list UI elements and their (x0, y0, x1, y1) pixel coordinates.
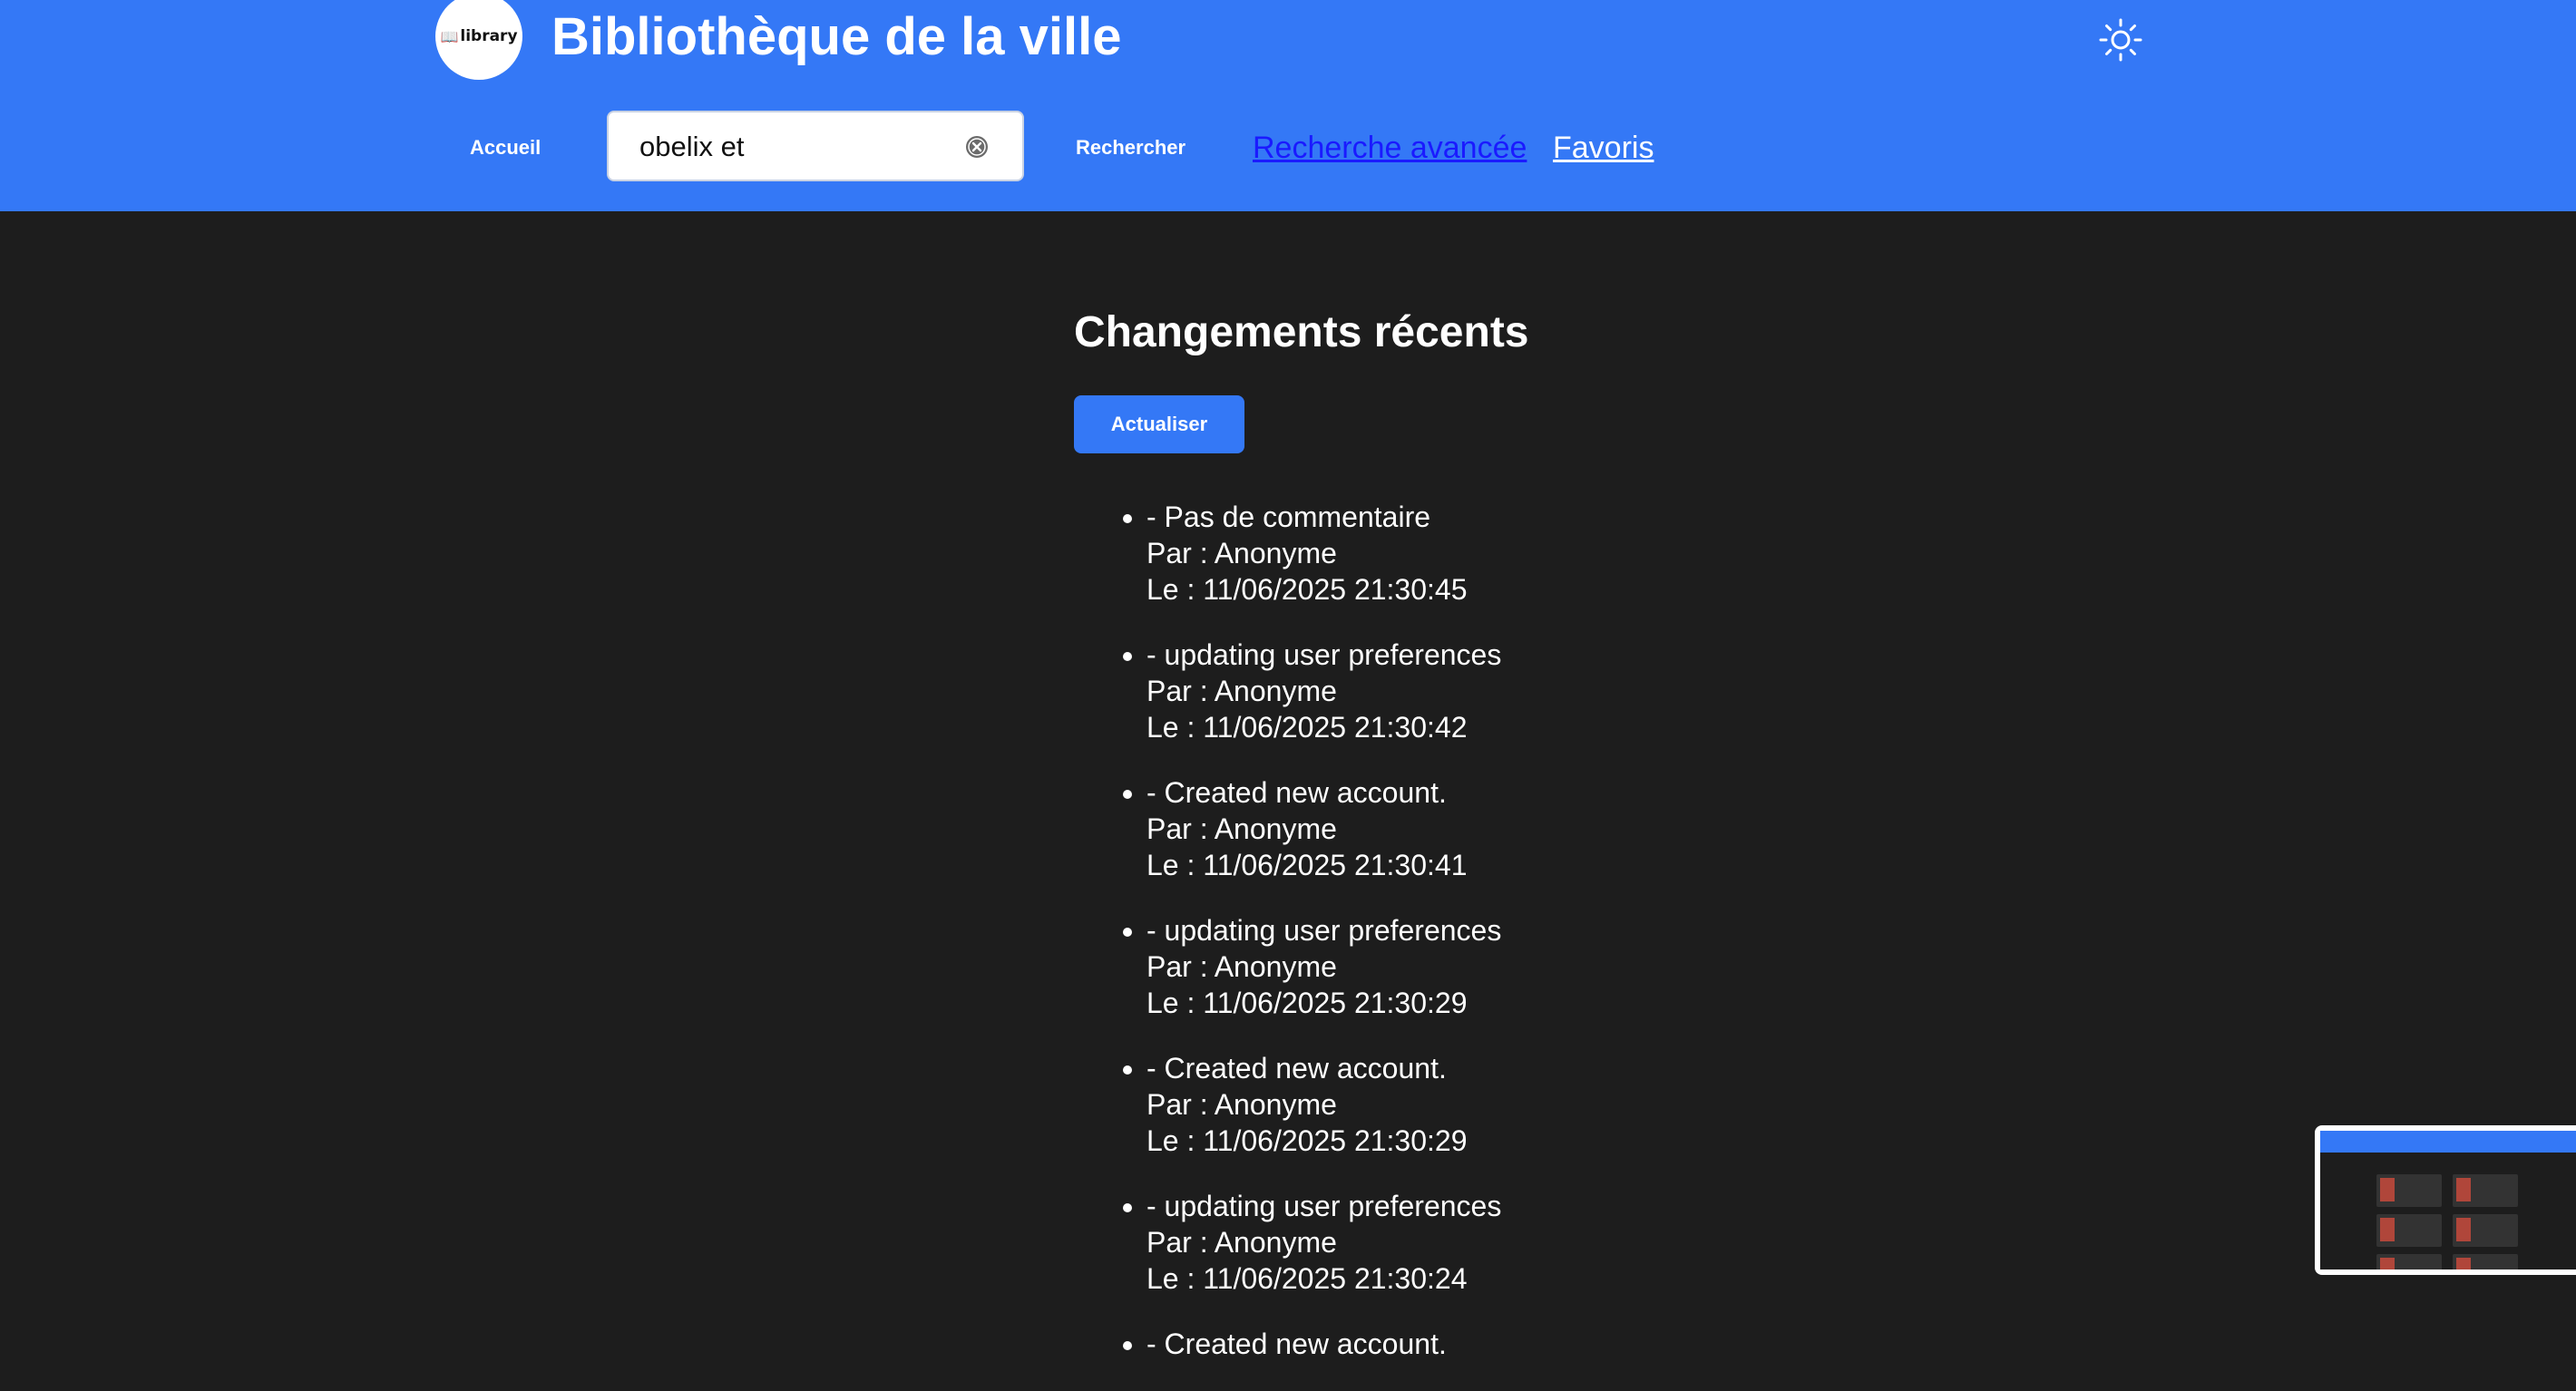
change-comment: - Created new account. (1147, 1328, 1447, 1360)
list-item: - Created new account. Par : Anonyme Le … (1147, 1050, 1890, 1159)
home-button[interactable]: Accueil (454, 127, 557, 169)
change-comment: - updating user preferences (1147, 914, 1502, 947)
list-item: - updating user preferences Par : Anonym… (1147, 912, 1890, 1021)
change-author: Par : Anonyme (1147, 812, 1337, 845)
search-input[interactable] (638, 125, 950, 169)
refresh-button[interactable]: Actualiser (1074, 395, 1244, 453)
page-preview-thumbnail[interactable] (2315, 1125, 2576, 1275)
preview-card (2453, 1254, 2518, 1269)
list-item: - Pas de commentaire Par : Anonyme Le : … (1147, 499, 1890, 608)
favorites-link[interactable]: Favoris (1553, 127, 1654, 169)
change-comment: - updating user preferences (1147, 638, 1502, 671)
changes-list: - Pas de commentaire Par : Anonyme Le : … (1074, 499, 1890, 1362)
sun-icon[interactable] (2099, 18, 2142, 62)
change-comment: - updating user preferences (1147, 1190, 1502, 1222)
change-author: Par : Anonyme (1147, 1088, 1337, 1121)
preview-card (2453, 1174, 2518, 1207)
change-comment: - Created new account. (1147, 1052, 1447, 1085)
change-author: Par : Anonyme (1147, 950, 1337, 983)
site-title: Bibliothèque de la ville (551, 7, 1122, 66)
preview-card (2453, 1214, 2518, 1247)
change-date: Le : 11/06/2025 21:30:42 (1147, 711, 1468, 744)
header-bar: 📖 library Bibliothèque de la ville Accue… (0, 0, 2576, 211)
change-comment: - Created new account. (1147, 776, 1447, 809)
advanced-search-link[interactable]: Recherche avancée (1253, 127, 1527, 169)
page-title: Changements récents (1074, 308, 1529, 356)
list-item: - updating user preferences Par : Anonym… (1147, 637, 1890, 745)
change-date: Le : 11/06/2025 21:30:41 (1147, 849, 1468, 881)
list-item: - Created new account. (1147, 1326, 1890, 1362)
preview-image (2320, 1131, 2576, 1269)
preview-header (2320, 1131, 2576, 1153)
search-button[interactable]: Rechercher (1059, 127, 1202, 169)
change-date: Le : 11/06/2025 21:30:29 (1147, 1124, 1468, 1157)
preview-card (2376, 1174, 2442, 1207)
change-author: Par : Anonyme (1147, 1226, 1337, 1259)
list-item: - Created new account. Par : Anonyme Le … (1147, 774, 1890, 883)
change-author: Par : Anonyme (1147, 675, 1337, 707)
change-date: Le : 11/06/2025 21:30:29 (1147, 987, 1468, 1019)
change-author: Par : Anonyme (1147, 537, 1337, 569)
library-logo[interactable]: 📖 library (435, 0, 522, 80)
list-item: - updating user preferences Par : Anonym… (1147, 1188, 1890, 1297)
preview-card (2376, 1214, 2442, 1247)
recent-changes-section: Changements récents Actualiser - Pas de … (1074, 299, 1890, 1391)
search-box (607, 111, 1024, 181)
clear-search-icon[interactable] (964, 134, 990, 160)
preview-card (2376, 1254, 2442, 1269)
logo-text: library (460, 27, 518, 45)
change-date: Le : 11/06/2025 21:30:45 (1147, 573, 1468, 606)
book-icon: 📖 (440, 27, 459, 45)
change-date: Le : 11/06/2025 21:30:24 (1147, 1262, 1468, 1295)
change-comment: - Pas de commentaire (1147, 501, 1431, 533)
